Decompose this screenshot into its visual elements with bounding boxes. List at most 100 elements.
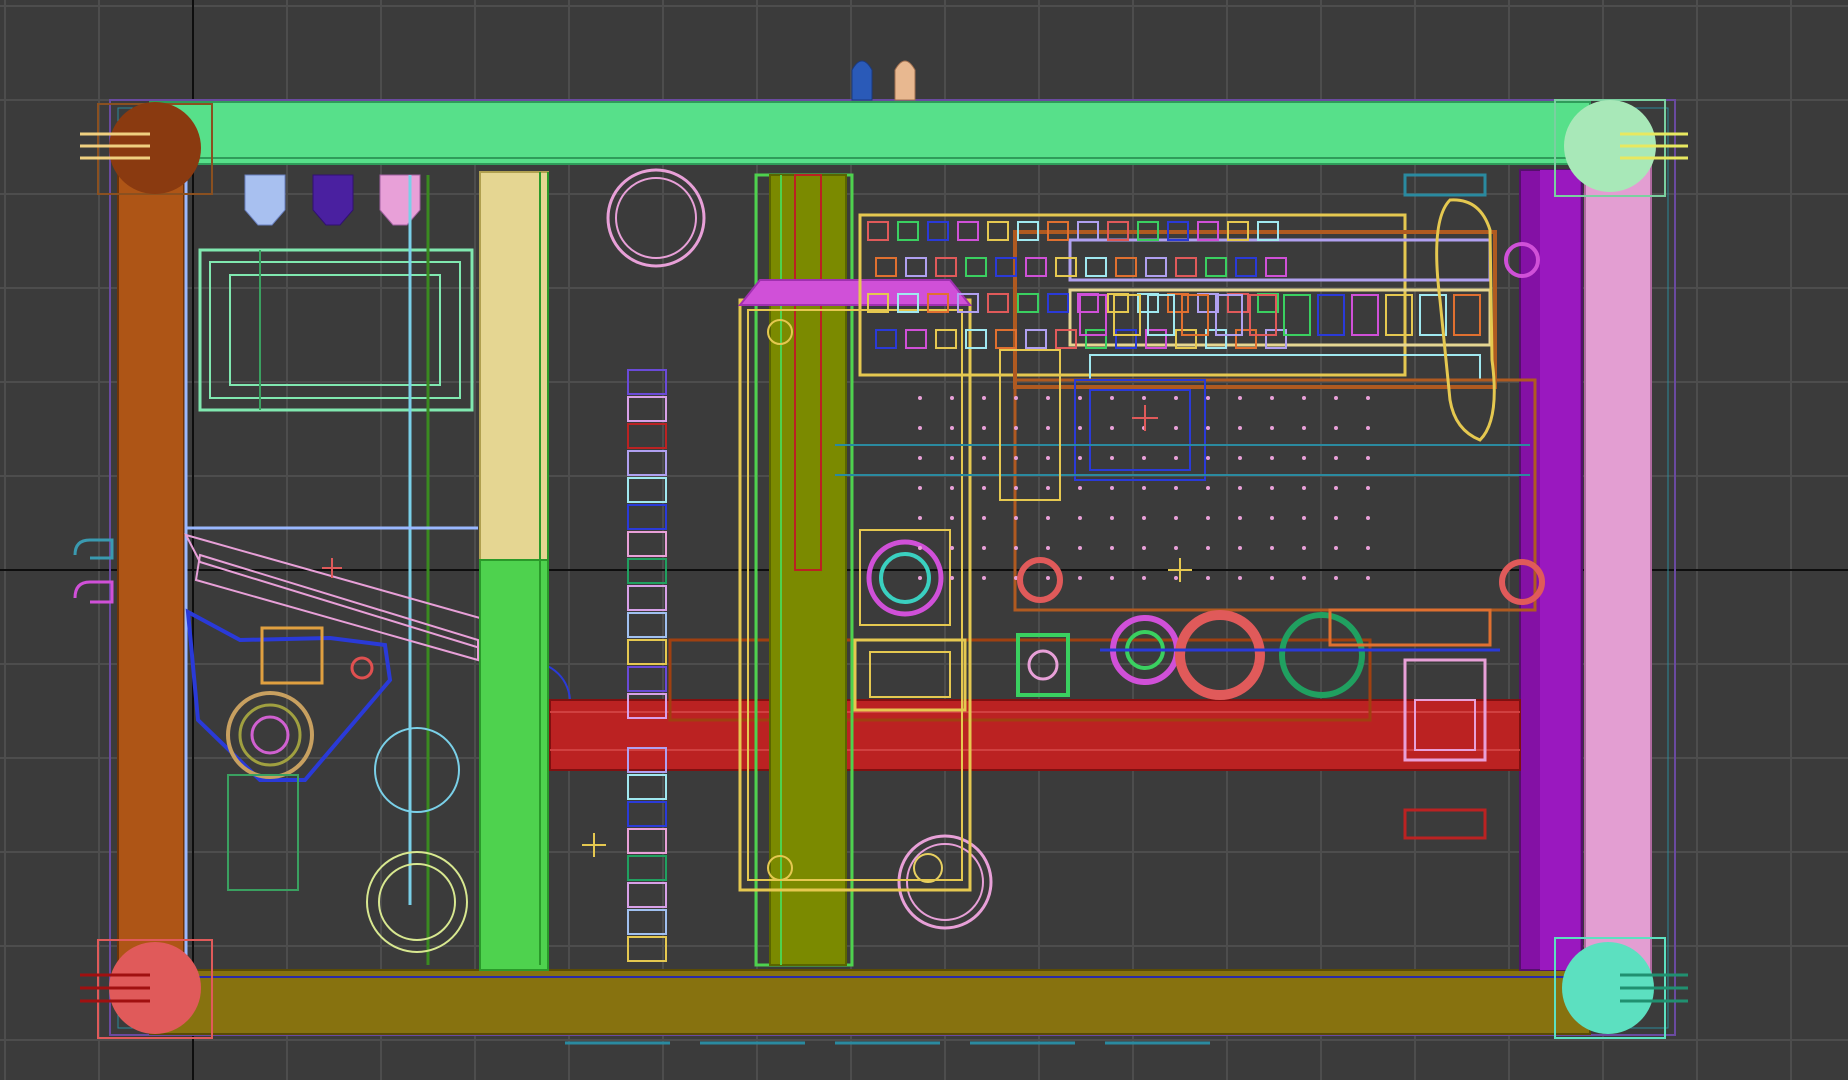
chain-link [627,801,667,827]
mounting-hole [1270,456,1274,460]
mounting-hole [982,396,986,400]
mounting-hole [1110,426,1114,430]
mounting-hole [918,426,922,430]
mounting-hole [1238,576,1242,580]
mounting-hole [1078,576,1082,580]
mounting-hole [1366,546,1370,550]
rotary-head[interactable] [853,529,967,712]
motor-assembly[interactable] [185,608,393,891]
viewport-canvas[interactable] [0,0,1848,1080]
panel-module [1175,257,1197,277]
mounting-hole [1270,546,1274,550]
panel-module [1283,294,1311,336]
mounting-hole [1046,516,1050,520]
mounting-hole [1334,486,1338,490]
mounting-hole [1270,516,1274,520]
mounting-hole [1206,546,1210,550]
panel-module [1085,257,1107,277]
mounting-hole [1014,396,1018,400]
mounting-hole [1046,576,1050,580]
chain-link [627,531,667,557]
vertical-rail-cream-green[interactable] [479,171,549,971]
chain-link [627,909,667,935]
viewport-top-wireframe[interactable] [0,0,1848,1080]
left-beam[interactable] [117,149,188,991]
vial-row[interactable] [244,174,421,226]
panel-module [1055,257,1077,277]
diagonal-plate[interactable] [184,533,481,662]
mounting-hole [1238,516,1242,520]
mounting-hole [1174,486,1178,490]
mounting-hole [982,486,986,490]
mounting-hole [1334,456,1338,460]
chain-link [627,882,667,908]
mounting-hole [1238,456,1242,460]
panel-module [1107,293,1129,313]
mounting-hole [1366,486,1370,490]
red-rail[interactable] [549,638,1521,771]
mounting-hole [1270,486,1274,490]
panel-module [1385,294,1413,336]
left-tray[interactable] [198,248,474,412]
mounting-hole [1238,396,1242,400]
mounting-hole [950,486,954,490]
mounting-hole [1206,456,1210,460]
mounting-hole [1110,456,1114,460]
mounting-hole [918,516,922,520]
panel-module [875,257,897,277]
mounting-hole [950,516,954,520]
panel-module [905,257,927,277]
mounting-hole [1078,486,1082,490]
mounting-hole [1142,516,1146,520]
mounting-hole [1174,576,1178,580]
chain-link [627,936,667,962]
mounting-hole [1174,396,1178,400]
mounting-hole [1206,486,1210,490]
panel-module [867,221,889,241]
mounting-hole [1270,426,1274,430]
mounting-hole [1366,516,1370,520]
top-beam[interactable] [149,101,1591,165]
chain-link [627,612,667,638]
panel-module [1453,294,1481,336]
right-beam[interactable] [1584,149,1652,991]
mounting-hole [1142,576,1146,580]
mounting-hole [1046,396,1050,400]
mounting-hole [1366,456,1370,460]
mounting-hole [1110,576,1114,580]
top-sensors[interactable] [851,60,916,101]
mounting-hole [950,426,954,430]
chain-link [627,585,667,611]
mounting-hole [1110,486,1114,490]
mounting-hole [1238,546,1242,550]
mounting-hole [950,546,954,550]
panel-module [957,221,979,241]
mounting-hole [1014,516,1018,520]
right-purple-rail[interactable] [1519,169,1583,971]
mounting-hole [1366,426,1370,430]
mounting-hole [1174,516,1178,520]
chain-link [627,639,667,665]
chain-link [627,855,667,881]
panel-module [1235,257,1257,277]
mounting-hole [918,576,922,580]
mounting-hole [1334,516,1338,520]
panel-module [1047,293,1069,313]
mounting-hole [1078,546,1082,550]
bottom-beam[interactable] [149,969,1591,1035]
panel-module [1167,293,1189,313]
mounting-hole [918,396,922,400]
mounting-hole [1206,396,1210,400]
mounting-hole [1302,576,1306,580]
mounting-hole [982,456,986,460]
chain-link [627,423,667,449]
mounting-hole [1014,456,1018,460]
mounting-hole [1366,576,1370,580]
mounting-hole [1206,426,1210,430]
mounting-hole [1110,516,1114,520]
mounting-hole [1014,486,1018,490]
panel-module [1025,257,1047,277]
drag-chain[interactable] [627,369,667,962]
mounting-hole [1174,546,1178,550]
mounting-hole [1206,516,1210,520]
